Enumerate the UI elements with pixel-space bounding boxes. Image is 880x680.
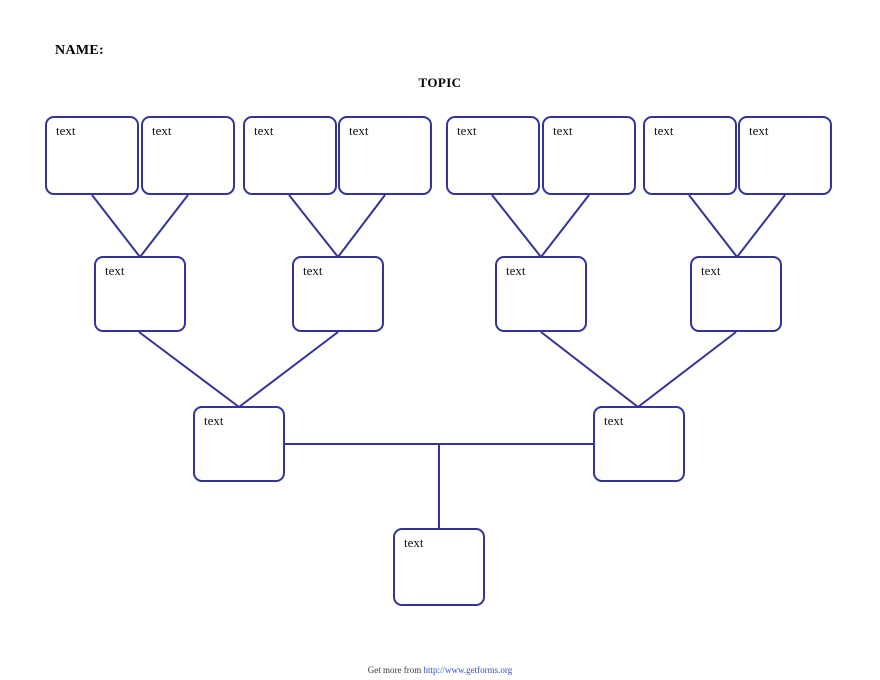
tree-node-label: text (204, 413, 224, 428)
tree-node-g2-1[interactable]: text (94, 256, 186, 332)
tree-node-g1-8[interactable]: text (738, 116, 832, 195)
connector-g2-3-to-g3-2 (540, 331, 639, 408)
connector-g1-8-to-g2-4 (736, 194, 786, 258)
tree-node-g2-4[interactable]: text (690, 256, 782, 332)
connector-g1-5-to-g2-3 (491, 194, 542, 258)
tree-node-label: text (701, 263, 721, 278)
tree-node-g4-1[interactable]: text (393, 528, 485, 606)
tree-node-label: text (105, 263, 125, 278)
worksheet-page: NAME: TOPIC text text text text text tex… (0, 0, 880, 680)
tree-node-label: text (457, 123, 477, 138)
connector-g1-7-to-g2-4 (688, 194, 738, 258)
tree-node-g1-1[interactable]: text (45, 116, 139, 195)
name-field-label: NAME: (55, 43, 104, 58)
tree-node-label: text (152, 123, 172, 138)
page-title: TOPIC (418, 75, 462, 90)
connector-g1-1-to-g2-1 (91, 194, 141, 258)
connector-g1-2-to-g2-1 (139, 194, 189, 258)
tree-node-g3-1[interactable]: text (193, 406, 285, 482)
tree-node-label: text (749, 123, 769, 138)
tree-node-label: text (604, 413, 624, 428)
tree-node-label: text (303, 263, 323, 278)
tree-node-g1-3[interactable]: text (243, 116, 337, 195)
tree-node-g1-5[interactable]: text (446, 116, 540, 195)
connector-g1-3-to-g2-2 (288, 194, 339, 258)
footer: Get more from http://www.getforms.org (0, 665, 880, 675)
tree-node-label: text (553, 123, 573, 138)
footer-prefix-text: Get more from (367, 665, 424, 675)
tree-node-g2-2[interactable]: text (292, 256, 384, 332)
connector-g1-4-to-g2-2 (337, 194, 386, 258)
tree-node-label: text (56, 123, 76, 138)
connector-g2-1-to-g3-1 (138, 331, 240, 408)
tree-node-label: text (349, 123, 369, 138)
tree-node-g1-7[interactable]: text (643, 116, 737, 195)
connector-g2-2-to-g3-1 (238, 331, 339, 408)
connector-g2-4-to-g3-2 (637, 331, 737, 408)
tree-node-g1-6[interactable]: text (542, 116, 636, 195)
footer-source-link[interactable]: http://www.getforms.org (423, 665, 512, 675)
tree-node-label: text (404, 535, 424, 550)
tree-node-g2-3[interactable]: text (495, 256, 587, 332)
tree-node-label: text (254, 123, 274, 138)
tree-node-g3-2[interactable]: text (593, 406, 685, 482)
tree-node-label: text (506, 263, 526, 278)
tree-node-g1-2[interactable]: text (141, 116, 235, 195)
tree-node-g1-4[interactable]: text (338, 116, 432, 195)
connector-g1-6-to-g2-3 (540, 194, 590, 258)
tree-node-label: text (654, 123, 674, 138)
